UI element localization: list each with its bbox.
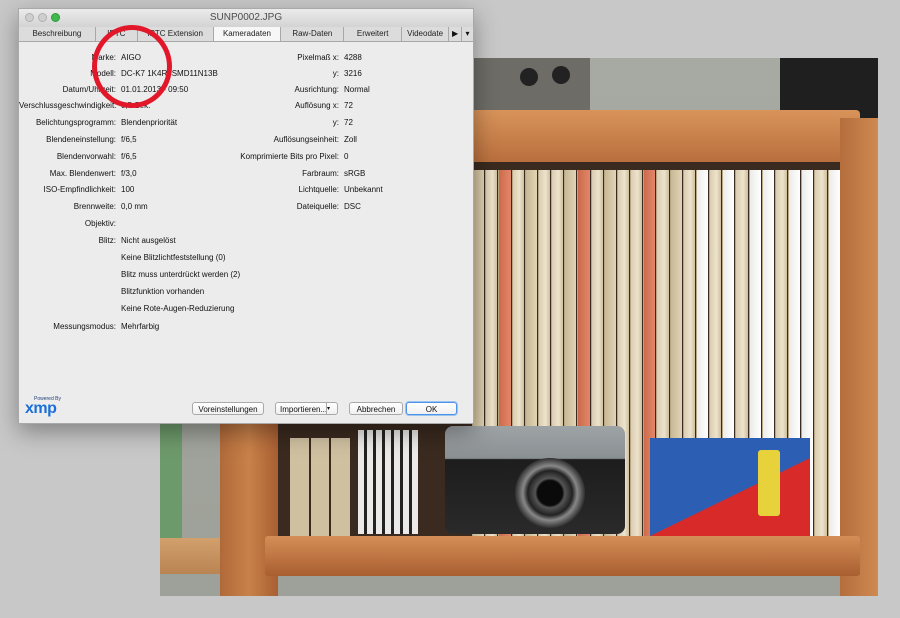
camera-data-panel: Marke: AIGO Modell: DC-K7 1K4R5SMD11N13B… <box>19 42 473 422</box>
field-value: 0,0 mm <box>121 202 148 211</box>
annotation-circle <box>92 25 172 108</box>
field-label: y: <box>332 118 339 127</box>
field-label: Lichtquelle: <box>298 185 339 194</box>
field-label: Objektiv: <box>84 219 116 228</box>
preferences-button[interactable]: Voreinstellungen <box>192 402 264 415</box>
field-value: sRGB <box>344 169 366 178</box>
field-label: Messungsmodus: <box>53 322 116 331</box>
field-label: y: <box>332 69 339 78</box>
xmp-brand: xmp <box>25 400 57 417</box>
tab-raw-daten[interactable]: Raw-Daten <box>281 27 345 41</box>
tab-videodaten[interactable]: Videodate <box>402 27 450 41</box>
field-value: f/3,0 <box>121 169 137 178</box>
field-label: Blendeneinstellung: <box>46 135 116 144</box>
flash-detail: Blitzfunktion vorhanden <box>121 287 205 296</box>
flash-detail: Blitz muss unterdrückt werden (2) <box>121 270 241 279</box>
shelf-board <box>160 538 220 574</box>
field-label: Brennweite: <box>73 202 116 211</box>
field-value: 100 <box>121 185 135 194</box>
field-label: Pixelmaß x: <box>297 53 339 62</box>
field-label: Belichtungsprogramm: <box>35 118 116 127</box>
window-title: SUNP0002.JPG <box>209 12 283 23</box>
import-button[interactable]: Importieren... ▾ <box>275 402 338 415</box>
field-value: f/6,5 <box>121 152 137 161</box>
field-value: Zoll <box>344 135 357 144</box>
field-label: Max. Blendenwert: <box>49 169 116 178</box>
tab-bar: Beschreibung IPTC IPTC Extension Kamerad… <box>19 27 473 42</box>
triangle-right-icon[interactable]: ▶ <box>449 27 462 41</box>
field-value: Nicht ausgelöst <box>121 236 176 245</box>
field-label: Ausrichtung: <box>294 85 339 94</box>
field-value: 0 <box>344 152 349 161</box>
tab-erweitert[interactable]: Erweitert <box>344 27 403 41</box>
field-label: Blitz: <box>98 236 116 245</box>
shelf-board <box>265 536 860 576</box>
field-label: Auflösungseinheit: <box>273 135 339 144</box>
field-label: Verschlussgeschwindigkeit: <box>19 101 117 110</box>
checkered-object <box>358 430 418 534</box>
tab-beschreibung[interactable]: Beschreibung <box>19 27 96 41</box>
field-value: 4288 <box>344 53 362 62</box>
flash-detail: Keine Rote-Augen-Reduzierung <box>121 304 235 313</box>
field-value: Mehrfarbig <box>121 322 160 331</box>
stereo-device <box>460 58 590 116</box>
triangle-down-icon[interactable]: ▾ <box>462 27 473 41</box>
field-label: Auflösung x: <box>294 101 339 110</box>
field-value: 72 <box>344 101 353 110</box>
field-value: DSC <box>344 202 361 211</box>
field-label: Komprimierte Bits pro Pixel: <box>240 152 339 161</box>
chevron-down-icon[interactable]: ▾ <box>326 403 337 414</box>
xmp-logo: Powered By xmp <box>25 396 61 417</box>
file-info-dialog: SUNP0002.JPG Beschreibung IPTC IPTC Exte… <box>18 8 474 424</box>
field-value: Unbekannt <box>344 185 383 194</box>
cancel-button[interactable]: Abbrechen <box>349 402 403 415</box>
camera-lens <box>515 458 585 528</box>
field-label: ISO-Empfindlichkeit: <box>43 185 116 194</box>
field-value: Blendenpriorität <box>121 118 178 127</box>
field-label: Dateiquelle: <box>296 202 339 211</box>
film-box <box>650 438 810 536</box>
tab-kameradaten[interactable]: Kameradaten <box>213 27 282 41</box>
ok-button[interactable]: OK <box>406 402 457 415</box>
title-bar: SUNP0002.JPG <box>19 9 473 28</box>
flash-detail: Keine Blitzlichtfeststellung (0) <box>121 253 226 262</box>
speaker-box <box>780 58 878 118</box>
field-value: Normal <box>344 85 370 94</box>
field-value: 3216 <box>344 69 362 78</box>
field-value: f/6,5 <box>121 135 137 144</box>
shelf-side <box>840 118 878 596</box>
field-value: 72 <box>344 118 353 127</box>
import-button-label: Importieren... <box>280 405 328 414</box>
field-label: Farbraum: <box>302 169 339 178</box>
field-label: Blendenvorwahl: <box>56 152 116 161</box>
